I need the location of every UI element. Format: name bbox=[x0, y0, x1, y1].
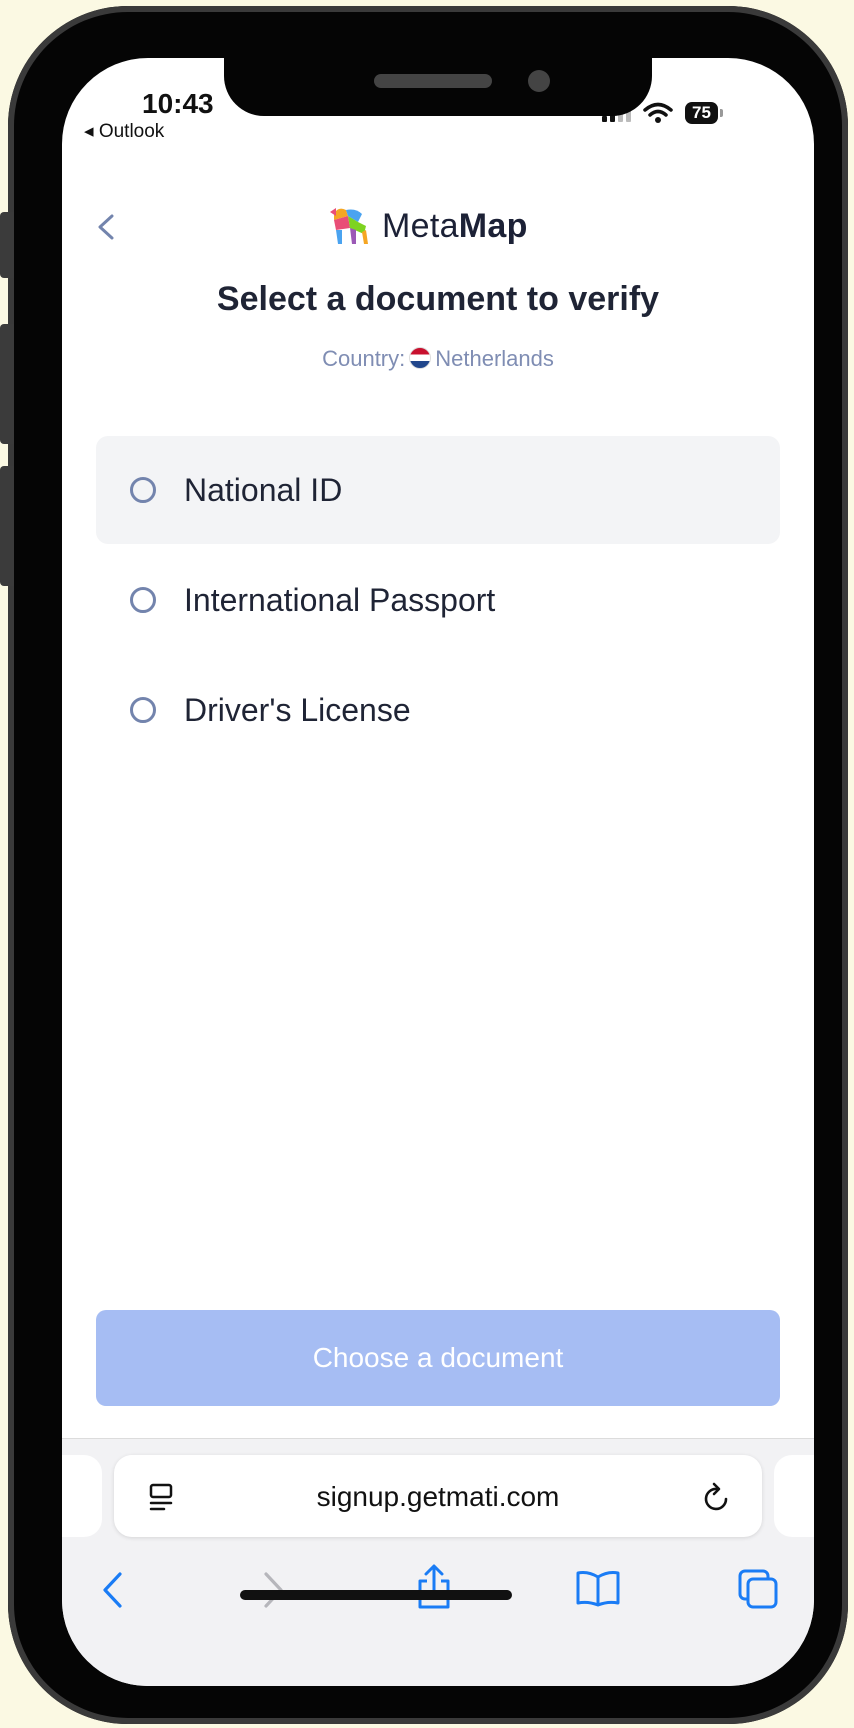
wifi-icon bbox=[643, 102, 673, 123]
country-name[interactable]: Netherlands bbox=[435, 346, 554, 371]
radio-button[interactable] bbox=[130, 477, 156, 503]
address-bar[interactable]: signup.getmati.com bbox=[114, 1455, 762, 1537]
previous-tab-peek[interactable] bbox=[62, 1455, 102, 1537]
url-text[interactable]: signup.getmati.com bbox=[114, 1481, 762, 1513]
brand-name-light: Meta bbox=[382, 206, 459, 245]
reload-icon[interactable] bbox=[702, 1481, 732, 1513]
document-option-drivers-license[interactable]: Driver's License bbox=[96, 656, 780, 764]
share-icon[interactable] bbox=[414, 1563, 454, 1611]
choose-document-button[interactable]: Choose a document bbox=[96, 1310, 780, 1406]
browser-toolbar: signup.getmati.com bbox=[62, 1438, 814, 1686]
next-tab-peek[interactable] bbox=[774, 1455, 814, 1537]
metamap-logo: MetaMap bbox=[328, 206, 528, 246]
country-label: Country: bbox=[322, 346, 406, 371]
home-indicator[interactable] bbox=[240, 1590, 512, 1600]
document-option-passport[interactable]: International Passport bbox=[96, 546, 780, 654]
radio-button[interactable] bbox=[130, 587, 156, 613]
volume-down-button bbox=[0, 466, 14, 586]
option-label: National ID bbox=[184, 471, 343, 508]
option-label: International Passport bbox=[184, 581, 496, 618]
mute-switch bbox=[0, 212, 14, 278]
netherlands-flag-icon bbox=[409, 347, 432, 369]
brand-name: MetaMap bbox=[382, 207, 528, 246]
page-title: Select a document to verify bbox=[216, 280, 660, 318]
back-to-app-link[interactable]: ◂ Outlook bbox=[84, 120, 164, 143]
radio-button[interactable] bbox=[130, 697, 156, 723]
document-option-national-id[interactable]: National ID bbox=[96, 436, 780, 544]
brand-name-bold: Map bbox=[458, 206, 528, 245]
volume-up-button bbox=[0, 324, 14, 444]
safari-back-icon[interactable] bbox=[100, 1571, 126, 1609]
option-label: Driver's License bbox=[184, 691, 411, 728]
camera-notch bbox=[224, 58, 652, 116]
metamap-logo-icon bbox=[330, 208, 368, 244]
earpiece-speaker bbox=[374, 74, 492, 88]
bookmarks-icon[interactable] bbox=[574, 1569, 622, 1607]
status-time: 10:43 bbox=[142, 88, 214, 119]
battery-indicator: 75 bbox=[685, 102, 723, 124]
tabs-icon[interactable] bbox=[736, 1567, 780, 1611]
country-line: Country: Netherlands bbox=[62, 346, 814, 372]
phone-screen: 10:43 ◂ Outlook 75 MetaMap Select a docu… bbox=[62, 58, 814, 1686]
back-chevron-icon[interactable] bbox=[94, 214, 120, 240]
front-camera bbox=[528, 70, 550, 92]
